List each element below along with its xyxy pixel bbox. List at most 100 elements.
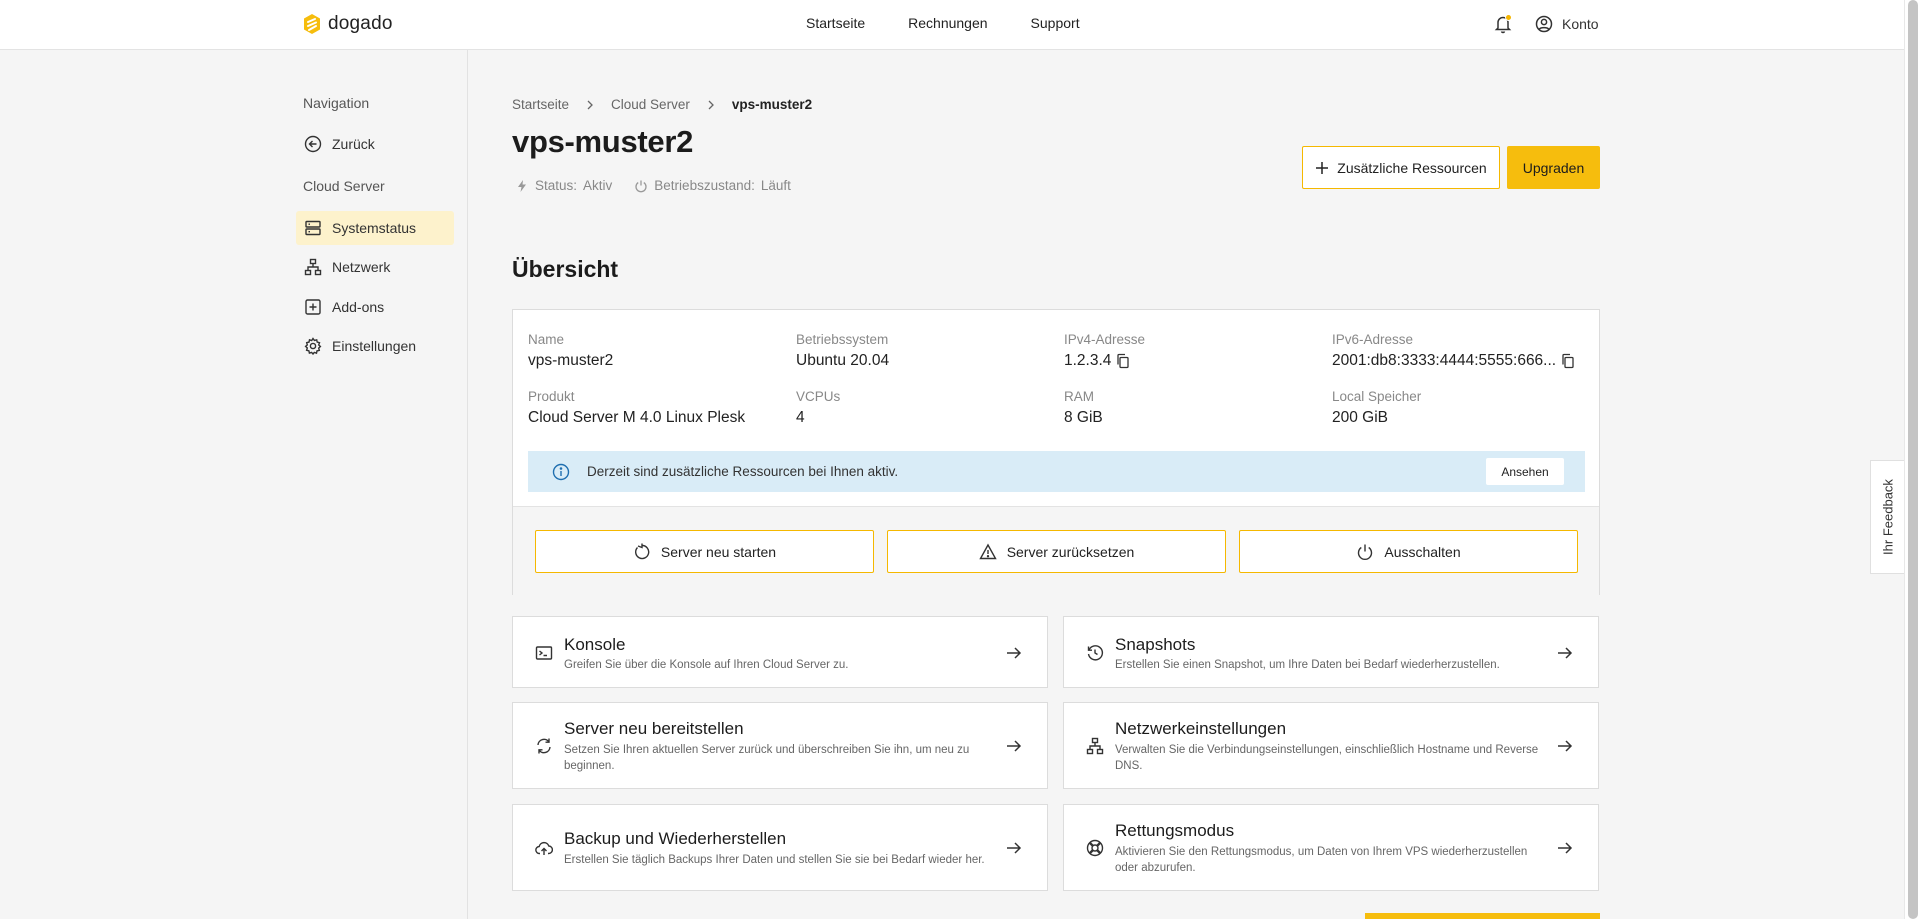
card-rescue-mode[interactable]: Rettungsmodus Aktivieren Sie den Rettung… <box>1063 804 1599 891</box>
lifebuoy-icon <box>1086 839 1104 857</box>
arrow-right-icon <box>1007 647 1022 659</box>
shutdown-button[interactable]: Ausschalten <box>1239 530 1578 573</box>
sidebar-item-label: Netzwerk <box>332 259 391 275</box>
lightning-icon <box>518 179 526 192</box>
topnav-rechnungen[interactable]: Rechnungen <box>908 15 987 31</box>
field-local-storage: Local Speicher 200 GiB <box>1332 389 1582 427</box>
top-navigation: Startseite Rechnungen Support <box>806 15 1080 31</box>
sidebar-back[interactable]: Zurück <box>296 127 454 161</box>
field-label: RAM <box>1064 389 1094 404</box>
field-value: 1.2.3.4 <box>1064 352 1112 369</box>
sidebar-item-label: Einstellungen <box>332 338 417 354</box>
sidebar-item-label: Systemstatus <box>332 220 417 236</box>
power-icon <box>1358 544 1373 560</box>
card-title: Netzwerkeinstellungen <box>1115 719 1287 738</box>
user-circle-icon <box>1535 15 1553 33</box>
sidebar-item-label: Add-ons <box>332 299 385 315</box>
feedback-label: Ihr Feedback <box>1880 479 1895 555</box>
reset-server-button[interactable]: Server zurücksetzen <box>887 530 1226 573</box>
gear-icon <box>304 337 322 355</box>
info-banner-text: Derzeit sind zusätzliche Ressourcen bei … <box>587 464 899 479</box>
sidebar-item-einstellungen[interactable]: Einstellungen <box>296 329 454 363</box>
field-label: IPv4-Adresse <box>1064 332 1146 347</box>
refresh-icon <box>537 738 551 754</box>
additional-resources-button[interactable]: Zusätzliche Ressourcen <box>1302 146 1500 189</box>
scrollbar[interactable] <box>1904 0 1920 919</box>
field-ipv6: IPv6-Adresse 2001:db8:3333:4444:5555:666… <box>1332 332 1582 370</box>
restart-server-label: Server neu starten <box>660 543 777 560</box>
operating-state-value: Läuft <box>760 178 791 193</box>
field-product: Produkt Cloud Server M 4.0 Linux Plesk <box>528 389 778 427</box>
top-bar: dogado Startseite Rechnungen Support Kon… <box>0 0 1904 50</box>
upgrade-button[interactable]: Upgraden <box>1507 146 1600 189</box>
network-icon <box>1086 737 1104 755</box>
field-label: VCPUs <box>796 389 841 404</box>
restart-server-button[interactable]: Server neu starten <box>535 530 874 573</box>
overview-title: Übersicht <box>512 256 619 282</box>
copy-icon[interactable] <box>1115 353 1131 369</box>
card-snapshots[interactable]: Snapshots Erstellen Sie einen Snapshot, … <box>1063 616 1599 688</box>
field-ipv4: IPv4-Adresse 1.2.3.4 <box>1064 332 1314 370</box>
overview-panel: Name vps-muster2 Betriebssystem Ubuntu 2… <box>512 309 1600 595</box>
topnav-startseite[interactable]: Startseite <box>806 15 865 31</box>
logo[interactable]: dogado <box>303 13 393 35</box>
field-label: Name <box>528 332 565 347</box>
arrow-right-icon <box>1558 842 1573 854</box>
plus-icon <box>1316 161 1329 174</box>
card-title: Server neu bereitstellen <box>564 719 744 738</box>
power-icon <box>635 180 647 192</box>
card-network-settings[interactable]: Netzwerkeinstellungen Verwalten Sie die … <box>1063 702 1599 789</box>
card-title: Rettungsmodus <box>1115 821 1235 840</box>
dogado-logo-icon <box>304 14 320 34</box>
field-value: 8 GiB <box>1064 409 1103 426</box>
card-description: Verwalten Sie die Verbindungseinstellung… <box>1115 744 1539 772</box>
card-redeploy-server[interactable]: Server neu bereitstellen Setzen Sie Ihre… <box>512 702 1048 789</box>
network-icon <box>304 258 322 276</box>
sidebar-item-add-ons[interactable]: Add-ons <box>296 290 454 324</box>
arrow-right-icon <box>1558 647 1573 659</box>
notification-dot <box>1505 14 1512 21</box>
arrow-right-icon <box>1007 842 1022 854</box>
status-value: Aktiv <box>583 178 613 193</box>
reset-server-label: Server zurücksetzen <box>1006 543 1135 560</box>
breadcrumb-startseite[interactable]: Startseite <box>512 97 569 112</box>
arrow-right-icon <box>1007 740 1022 752</box>
field-value: 200 GiB <box>1332 409 1389 426</box>
topnav-support[interactable]: Support <box>1031 15 1080 31</box>
status-label: Status: <box>535 178 578 193</box>
field-value: vps-muster2 <box>528 352 614 369</box>
breadcrumb-cloud-server[interactable]: Cloud Server <box>611 97 690 112</box>
card-description: Erstellen Sie täglich Backups Ihrer Date… <box>564 854 985 866</box>
sidebar-back-label: Zurück <box>332 136 375 152</box>
card-console[interactable]: Konsole Greifen Sie über die Konsole auf… <box>512 616 1048 688</box>
card-description: Aktivieren Sie den Rettungsmodus, um Dat… <box>1115 846 1528 874</box>
view-button[interactable]: Ansehen <box>1486 458 1564 485</box>
feedback-tab[interactable]: Ihr Feedback <box>1870 460 1904 574</box>
terminal-icon <box>535 646 553 660</box>
sidebar-item-systemstatus[interactable]: Systemstatus <box>296 211 454 245</box>
server-icon <box>305 220 321 236</box>
copy-icon[interactable] <box>1560 353 1576 369</box>
card-description: Erstellen Sie einen Snapshot, um Ihre Da… <box>1115 659 1500 671</box>
arrow-right-icon <box>1558 740 1573 752</box>
scrollbar-thumb[interactable] <box>1908 0 1918 919</box>
sidebar-item-netzwerk[interactable]: Netzwerk <box>296 250 454 284</box>
field-value: Cloud Server M 4.0 Linux Plesk <box>528 409 746 426</box>
account-menu[interactable]: Konto <box>1535 15 1599 33</box>
sidebar-heading-cloud-server: Cloud Server <box>303 178 385 194</box>
field-label: Betriebssystem <box>796 332 889 347</box>
info-banner: Derzeit sind zusätzliche Ressourcen bei … <box>528 451 1585 492</box>
page-title: vps-muster2 <box>512 124 694 159</box>
card-backup-restore[interactable]: Backup und Wiederherstellen Erstellen Si… <box>512 804 1048 891</box>
cloud-upload-icon <box>535 841 553 855</box>
warning-icon <box>978 543 997 559</box>
arrow-left-circle-icon <box>304 135 322 153</box>
chevron-right-icon <box>587 100 593 109</box>
sidebar-heading-navigation: Navigation <box>303 95 370 111</box>
info-icon <box>552 463 570 480</box>
field-os: Betriebssystem Ubuntu 20.04 <box>796 332 1046 370</box>
bottom-button-partial[interactable] <box>1365 913 1600 919</box>
card-description: Greifen Sie über die Konsole auf Ihren C… <box>564 659 849 671</box>
history-icon <box>1087 645 1104 661</box>
field-label: Produkt <box>528 389 575 404</box>
